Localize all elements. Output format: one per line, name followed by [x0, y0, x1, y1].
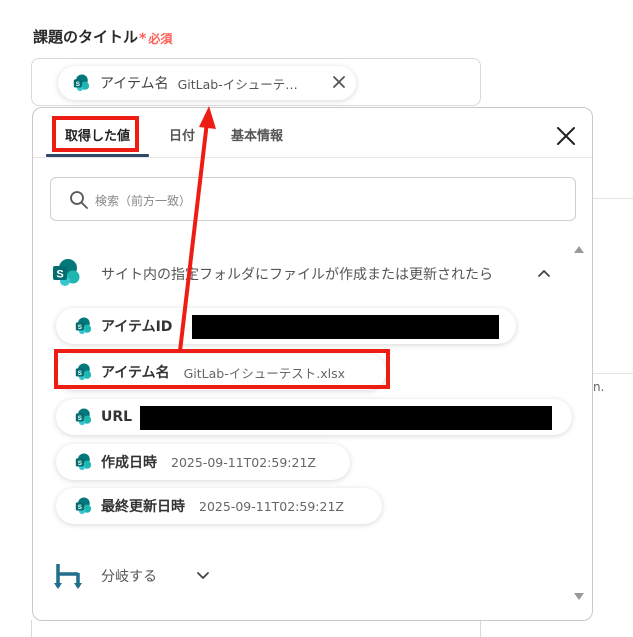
svg-text:S: S: [78, 415, 82, 422]
value-item-label: URL: [101, 409, 133, 425]
sharepoint-icon: S: [75, 317, 92, 335]
sharepoint-icon: S: [75, 453, 92, 471]
svg-text:S: S: [78, 504, 82, 511]
field-label: 課題のタイトル: [33, 28, 139, 46]
value-item-last-modified[interactable]: S 最終更新日時 2025-09-11T02:59:21Z: [56, 488, 382, 524]
selected-value-chip[interactable]: S アイテム名 GitLab-イシューテスト.xlsx: [58, 66, 356, 100]
search-input[interactable]: 検索（前方一致）: [50, 177, 576, 221]
value-item-label: 作成日時: [101, 455, 157, 471]
trigger-group-title: サイト内の指定フォルダにファイルが作成または更新されたら: [101, 267, 493, 283]
background-divider: [590, 373, 633, 374]
tab-date[interactable]: 日付: [169, 125, 195, 144]
chevron-down-icon[interactable]: [196, 570, 210, 582]
chip-value: GitLab-イシューテスト.xlsx: [177, 76, 306, 92]
search-icon: [70, 191, 88, 209]
tab-basic-info[interactable]: 基本情報: [231, 125, 283, 144]
chevron-up-icon[interactable]: [537, 267, 551, 279]
search-placeholder: 検索（前方一致）: [95, 194, 192, 208]
redacted-value: [192, 315, 499, 339]
redacted-value: [140, 406, 552, 430]
value-item-created-at[interactable]: S 作成日時 2025-09-11T02:59:21Z: [56, 444, 350, 480]
highlight-box-tab: [52, 116, 139, 152]
sharepoint-icon: S: [75, 497, 92, 515]
chip-label: アイテム名: [100, 76, 169, 92]
highlight-box-item: [54, 349, 390, 389]
svg-text:S: S: [56, 269, 63, 281]
value-item-value: 2025-09-11T02:59:21Z: [199, 498, 344, 514]
required-badge: * 必須: [139, 30, 172, 47]
sharepoint-icon: S: [73, 74, 90, 92]
background-text: n.: [593, 380, 605, 394]
close-icon[interactable]: [331, 74, 347, 90]
value-item-label: アイテムID: [101, 319, 173, 335]
svg-text:S: S: [78, 324, 82, 331]
trigger-group-header[interactable]: S サイト内の指定フォルダにファイルが作成または更新されたら: [51, 258, 561, 288]
close-icon[interactable]: [553, 123, 579, 149]
svg-text:S: S: [78, 460, 82, 467]
value-item-value: 2025-09-11T02:59:21Z: [171, 454, 316, 470]
value-item-label: 最終更新日時: [101, 499, 185, 515]
branch-group-header[interactable]: 分岐する: [53, 561, 253, 591]
branch-icon: [54, 564, 82, 589]
sharepoint-icon: S: [75, 408, 92, 426]
branch-label: 分岐する: [101, 569, 157, 585]
active-tab-indicator: [46, 154, 149, 157]
scroll-up-arrow[interactable]: [573, 244, 585, 254]
svg-text:S: S: [76, 81, 80, 88]
background-divider: [590, 198, 633, 199]
sharepoint-icon: S: [53, 259, 80, 286]
required-label: 必須: [148, 32, 173, 46]
scroll-down-arrow[interactable]: [573, 592, 585, 602]
background-field: [31, 620, 481, 637]
required-star: *: [139, 31, 147, 47]
